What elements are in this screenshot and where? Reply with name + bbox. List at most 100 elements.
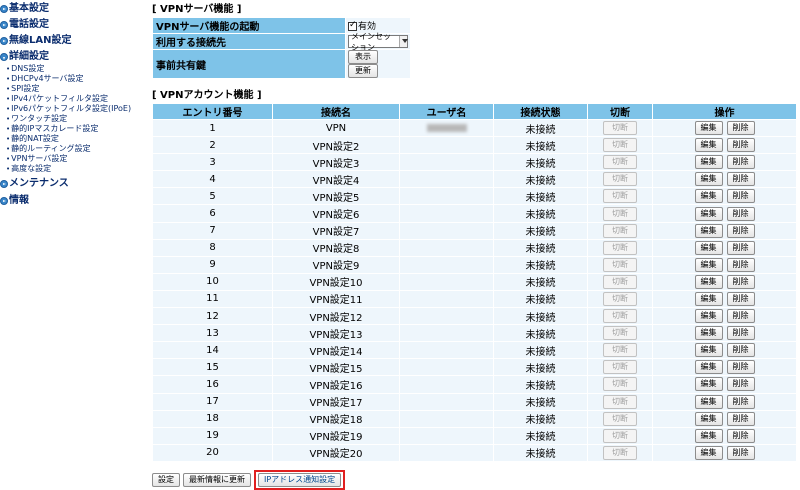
delete-button[interactable]: 削除 (726, 411, 755, 426)
settings-button[interactable]: 設定 (152, 473, 180, 487)
disconnect-button[interactable]: 切断 (603, 240, 637, 255)
disconnect-button[interactable]: 切断 (603, 172, 637, 187)
delete-button[interactable]: 削除 (726, 445, 755, 460)
pre-shared-key-label: 事前共有鍵 (152, 49, 346, 79)
disconnect-button[interactable]: 切断 (603, 360, 637, 375)
disconnect-button[interactable]: 切断 (603, 326, 637, 341)
edit-button[interactable]: 編集 (694, 257, 723, 272)
sidebar-subitem[interactable]: DNS設定 (0, 64, 150, 74)
disconnect-button[interactable]: 切断 (603, 445, 637, 460)
edit-button[interactable]: 編集 (694, 445, 723, 460)
edit-button[interactable]: 編集 (694, 428, 723, 443)
user-name-cell (399, 204, 494, 223)
sidebar-subitem[interactable]: DHCPv4サーバ設定 (0, 74, 150, 84)
disconnect-button[interactable]: 切断 (603, 411, 637, 426)
disconnect-button[interactable]: 切断 (603, 309, 637, 324)
delete-button[interactable]: 削除 (726, 394, 755, 409)
delete-button[interactable]: 削除 (726, 240, 755, 255)
connection-name-cell: VPN設定6 (272, 204, 400, 223)
pre-shared-key-cell: 表示 更新 (345, 49, 411, 79)
disconnect-button[interactable]: 切断 (603, 274, 637, 289)
edit-button[interactable]: 編集 (694, 360, 723, 375)
delete-button[interactable]: 削除 (726, 155, 755, 170)
disconnect-button[interactable]: 切断 (603, 138, 637, 153)
delete-button[interactable]: 削除 (726, 428, 755, 443)
sidebar-subitem[interactable]: 高度な設定 (0, 164, 150, 174)
edit-button[interactable]: 編集 (694, 206, 723, 221)
delete-button[interactable]: 削除 (726, 377, 755, 392)
user-name-cell (399, 341, 494, 360)
connection-target-cell: メインセッション (345, 32, 411, 52)
edit-button[interactable]: 編集 (694, 309, 723, 324)
disconnect-button[interactable]: 切断 (603, 291, 637, 306)
sidebar-item-wireless-settings[interactable]: 無線LAN設定 (0, 34, 150, 48)
edit-button[interactable]: 編集 (694, 291, 723, 306)
sidebar-subitem[interactable]: ワンタッチ設定 (0, 114, 150, 124)
edit-button[interactable]: 編集 (694, 240, 723, 255)
delete-button[interactable]: 削除 (726, 343, 755, 358)
disconnect-button[interactable]: 切断 (603, 343, 637, 358)
edit-button[interactable]: 編集 (694, 155, 723, 170)
disconnect-button[interactable]: 切断 (603, 223, 637, 238)
update-key-button[interactable]: 更新 (348, 64, 378, 78)
sidebar-subitem[interactable]: VPNサーバ設定 (0, 154, 150, 164)
connection-status-cell: 未接続 (493, 153, 588, 172)
sidebar-subitem[interactable]: IPv6パケットフィルタ設定(IPoE) (0, 104, 150, 114)
disconnect-cell: 切断 (587, 358, 653, 377)
edit-button[interactable]: 編集 (694, 343, 723, 358)
edit-button[interactable]: 編集 (694, 189, 723, 204)
disconnect-button[interactable]: 切断 (603, 206, 637, 221)
edit-button[interactable]: 編集 (694, 121, 723, 136)
sidebar-item-advanced-settings[interactable]: 詳細設定 (0, 50, 150, 64)
sidebar-subitem[interactable]: 静的NAT設定 (0, 134, 150, 144)
disconnect-button[interactable]: 切断 (603, 121, 637, 136)
sidebar-subitem[interactable]: IPv4パケットフィルタ設定 (0, 94, 150, 104)
connection-name-cell: VPN設定19 (272, 426, 400, 445)
delete-button[interactable]: 削除 (726, 257, 755, 272)
sidebar-item-phone-settings[interactable]: 電話設定 (0, 18, 150, 32)
sidebar-subitem[interactable]: SPI設定 (0, 84, 150, 94)
disconnect-button[interactable]: 切断 (603, 155, 637, 170)
delete-button[interactable]: 削除 (726, 360, 755, 375)
pre-shared-key-row: 事前共有鍵 表示 更新 (152, 49, 411, 79)
disconnect-button[interactable]: 切断 (603, 189, 637, 204)
disconnect-button[interactable]: 切断 (603, 377, 637, 392)
arrow-circle-icon (0, 197, 8, 205)
sidebar-item-info[interactable]: 情報 (0, 194, 150, 208)
sidebar-item-basic-settings[interactable]: 基本設定 (0, 2, 150, 16)
delete-button[interactable]: 削除 (726, 172, 755, 187)
sidebar-subitem[interactable]: 静的ルーティング設定 (0, 144, 150, 154)
ip-address-notify-button[interactable]: IPアドレス通知設定 (258, 473, 342, 487)
edit-button[interactable]: 編集 (694, 377, 723, 392)
delete-button[interactable]: 削除 (726, 138, 755, 153)
edit-button[interactable]: 編集 (694, 411, 723, 426)
edit-button[interactable]: 編集 (694, 223, 723, 238)
delete-button[interactable]: 削除 (726, 189, 755, 204)
delete-button[interactable]: 削除 (726, 326, 755, 341)
refresh-button[interactable]: 最新情報に更新 (183, 473, 251, 487)
user-name-cell (399, 170, 494, 189)
show-key-button[interactable]: 表示 (348, 50, 378, 64)
edit-button[interactable]: 編集 (694, 394, 723, 409)
vpn-server-enable-checkbox[interactable] (348, 20, 357, 31)
delete-button[interactable]: 削除 (726, 274, 755, 289)
disconnect-button[interactable]: 切断 (603, 394, 637, 409)
connection-target-select[interactable]: メインセッション (348, 32, 409, 52)
edit-button[interactable]: 編集 (694, 138, 723, 153)
sidebar-item-maintenance[interactable]: メンテナンス (0, 177, 150, 191)
vpn-server-table: VPNサーバ機能の起動 有効 利用する接続先 メインセッション 事前共有鍵 表示… (152, 17, 411, 79)
connection-status-cell: 未接続 (493, 272, 588, 291)
delete-button[interactable]: 削除 (726, 223, 755, 238)
delete-button[interactable]: 削除 (726, 206, 755, 221)
disconnect-button[interactable]: 切断 (603, 428, 637, 443)
edit-button[interactable]: 編集 (694, 274, 723, 289)
connection-status-cell: 未接続 (493, 307, 588, 326)
delete-button[interactable]: 削除 (726, 121, 755, 136)
delete-button[interactable]: 削除 (726, 291, 755, 306)
delete-button[interactable]: 削除 (726, 309, 755, 324)
edit-button[interactable]: 編集 (694, 172, 723, 187)
disconnect-button[interactable]: 切断 (603, 257, 637, 272)
disconnect-cell: 切断 (587, 289, 653, 309)
edit-button[interactable]: 編集 (694, 326, 723, 341)
sidebar-subitem[interactable]: 静的IPマスカレード設定 (0, 124, 150, 134)
